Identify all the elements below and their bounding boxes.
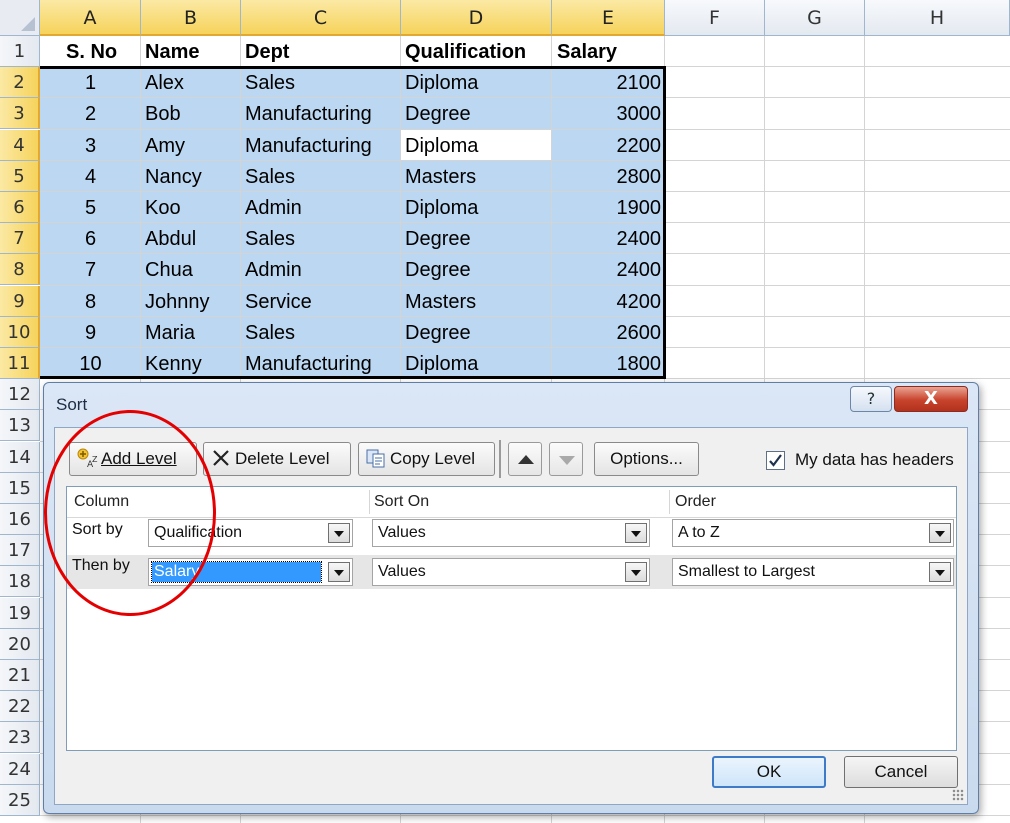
- dropdown-value: Smallest to Largest: [678, 563, 815, 580]
- annotation-circle: [44, 410, 216, 616]
- row-header-8[interactable]: 8: [0, 254, 40, 286]
- gridline: [40, 815, 1010, 816]
- select-all-corner[interactable]: [0, 0, 40, 36]
- dropdown-value: Values: [378, 524, 426, 541]
- row-header-13[interactable]: 13: [0, 410, 40, 442]
- row-header-22[interactable]: 22: [0, 691, 40, 723]
- row-header-23[interactable]: 23: [0, 722, 40, 754]
- options-label: Options...: [610, 449, 683, 468]
- row-header-5[interactable]: 5: [0, 160, 40, 192]
- delete-level-label: Delete Level: [235, 449, 330, 468]
- column-header-g[interactable]: G: [765, 0, 865, 36]
- row-header-3[interactable]: 3: [0, 98, 40, 130]
- header-cell-salary[interactable]: Salary: [557, 37, 657, 68]
- row-header-11[interactable]: 11: [0, 348, 40, 379]
- row-header-17[interactable]: 17: [0, 535, 40, 567]
- row-header-24[interactable]: 24: [0, 753, 40, 785]
- move-up-button[interactable]: [508, 442, 542, 476]
- delete-level-icon: [210, 447, 232, 469]
- row-header-7[interactable]: 7: [0, 223, 40, 255]
- column-header-b[interactable]: B: [141, 0, 241, 36]
- dropdown-arrow-icon[interactable]: [625, 523, 647, 543]
- help-button[interactable]: ?: [850, 386, 892, 412]
- row-header-25[interactable]: 25: [0, 784, 40, 816]
- header-divider: [669, 490, 670, 514]
- copy-level-button[interactable]: Copy Level: [358, 442, 495, 476]
- row-header-10[interactable]: 10: [0, 316, 40, 348]
- dropdown-arrow-icon[interactable]: [328, 562, 350, 582]
- copy-level-icon: [365, 447, 387, 469]
- then-by-order-dropdown[interactable]: Smallest to Largest: [672, 558, 954, 586]
- close-button[interactable]: X: [894, 386, 968, 412]
- selection-border: [40, 66, 666, 379]
- header-cell-qualification[interactable]: Qualification: [405, 37, 553, 68]
- row-header-9[interactable]: 9: [0, 285, 40, 317]
- header-cell-name[interactable]: Name: [145, 37, 235, 68]
- row-header-4[interactable]: 4: [0, 129, 40, 161]
- column-header-h[interactable]: H: [865, 0, 1010, 36]
- then-by-sort-on-dropdown[interactable]: Values: [372, 558, 650, 586]
- move-down-button[interactable]: [549, 442, 583, 476]
- row-header-18[interactable]: 18: [0, 566, 40, 598]
- row-header-15[interactable]: 15: [0, 472, 40, 504]
- header-cell-dept[interactable]: Dept: [245, 37, 395, 68]
- sort-on-dropdown[interactable]: Values: [372, 519, 650, 547]
- row-header-1[interactable]: 1: [0, 36, 40, 67]
- sort-on-header: Sort On: [374, 493, 430, 510]
- toolbar-separator: [499, 440, 501, 478]
- resize-grip[interactable]: [952, 789, 964, 801]
- row-header-14[interactable]: 14: [0, 441, 40, 473]
- row-header-16[interactable]: 16: [0, 504, 40, 535]
- row-header-20[interactable]: 20: [0, 628, 40, 660]
- column-header-a[interactable]: A: [40, 0, 141, 36]
- row-header-19[interactable]: 19: [0, 597, 40, 629]
- order-dropdown[interactable]: A to Z: [672, 519, 954, 547]
- my-data-has-headers-checkbox[interactable]: [766, 451, 785, 470]
- options-button[interactable]: Options...: [594, 442, 699, 476]
- move-up-icon: [518, 455, 534, 464]
- ok-button[interactable]: OK: [712, 756, 826, 788]
- dropdown-arrow-icon[interactable]: [929, 523, 951, 543]
- row-header-2[interactable]: 2: [0, 67, 40, 99]
- row-header-12[interactable]: 12: [0, 379, 40, 411]
- row-header-6[interactable]: 6: [0, 192, 40, 223]
- column-header-e[interactable]: E: [552, 0, 665, 36]
- dropdown-value: A to Z: [678, 524, 720, 541]
- column-header-c[interactable]: C: [241, 0, 401, 36]
- move-down-icon: [559, 456, 575, 465]
- copy-level-label: Copy Level: [390, 449, 476, 468]
- column-header-f[interactable]: F: [665, 0, 765, 36]
- order-header: Order: [675, 493, 716, 510]
- dialog-title: Sort: [56, 395, 88, 414]
- dropdown-value: Values: [378, 563, 426, 580]
- my-data-has-headers-label[interactable]: My data has headers: [795, 450, 954, 470]
- dropdown-arrow-icon[interactable]: [625, 562, 647, 582]
- delete-level-button[interactable]: Delete Level: [203, 442, 351, 476]
- checkbox-check-icon: [769, 454, 782, 467]
- dropdown-arrow-icon[interactable]: [929, 562, 951, 582]
- cancel-button[interactable]: Cancel: [844, 756, 958, 788]
- header-cell-sno[interactable]: S. No: [66, 37, 138, 68]
- row-header-21[interactable]: 21: [0, 660, 40, 691]
- dropdown-arrow-icon[interactable]: [328, 523, 350, 543]
- column-header-d[interactable]: D: [401, 0, 552, 36]
- header-divider: [369, 490, 370, 514]
